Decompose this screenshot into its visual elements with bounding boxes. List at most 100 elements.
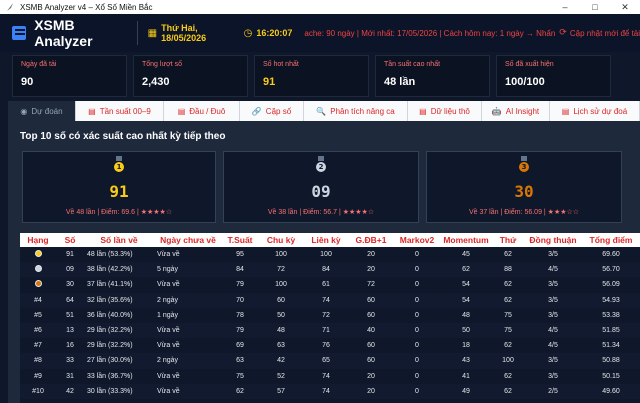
table-cell: 41 [462,372,470,380]
top-stats: Về 38 lần | Điểm: 56.7 | ★★★★☆ [267,209,375,216]
table-cell: 3/5 [548,251,558,259]
table-row[interactable]: 09 38 lần (42.2%) 5 ngày 84 72 84 20 0 62 88 4/5 56… [20,262,640,278]
table-row[interactable]: 30 37 lần (41.1%) Vừa về 79 100 61 72 0 54 62 3/5 5… [20,277,640,292]
list-icon [12,26,27,40]
table-row[interactable]: #6 13 29 lần (32.2%) Vừa về 79 48 71 40 0 50 75 4/5… [20,322,640,339]
tab-prediction-history[interactable]: ▤ Lịch sử dự đoá [550,101,640,121]
update-link[interactable]: Cập nhật mới để tải [570,29,640,38]
maximize-button[interactable]: □ [580,2,610,13]
tab-frequency[interactable]: ▤ Tần suất 00–9 [76,101,164,121]
table-cell: 88 [492,262,524,278]
tab-pairs[interactable]: 🔗 Cặp số [240,101,304,121]
minimize-button[interactable]: – [550,2,580,13]
tab-label: Dự đoán [31,106,63,116]
table-cell: 20 [367,372,375,380]
column-header[interactable]: Markov2 [394,233,440,247]
table-cell: #10 [20,383,56,399]
current-date: Thứ Hai, 18/05/2026 [161,23,207,43]
stat-label: Ngày đã tải [21,61,57,68]
table-row[interactable]: #8 33 27 lần (30.0%) 2 ngày 63 42 65 60 0 43 100 3/… [20,353,640,369]
column-header[interactable]: Đồng thuận [524,233,582,247]
table-cell: 0 [394,262,440,278]
table-row[interactable]: #9 31 33 lần (36.7%) Vừa về 75 52 74 20 0 41 62 3/5… [20,369,640,384]
app-header: XSMB Analyzer ▦ Thứ Hai, 18/05/2026 ◷ 16… [0,14,640,52]
table-cell: 62 [504,251,512,259]
table-cell: 53.38 [602,311,620,319]
table-cell: 54 [462,281,470,289]
gold-medal-icon [34,250,42,258]
table-cell: 72 [322,311,330,319]
column-header[interactable]: T.Suất [222,233,258,247]
table-cell: 29 lần (32.2%) [84,322,154,339]
tab-ai-insight[interactable]: 🤖 AI Insight [482,101,550,121]
tab-label: Cặp số [265,106,292,116]
table-cell: 38 lần (42.2%) [84,262,154,278]
stat-value: 48 lần [384,76,416,88]
table-cell: 56.70 [582,262,640,278]
table-cell: 78 [236,311,244,319]
table-cell: 60 [348,353,394,369]
tab-prediction[interactable]: ◉ Dự đoán [8,101,76,121]
prediction-panel: Top 10 số có xác suất cao nhất kỳ tiếp t… [8,121,640,403]
stat-card-hottest-number: Số hot nhất 91 [254,55,369,97]
stat-value: 100/100 [505,76,545,88]
column-header[interactable]: Hạng [20,233,56,247]
table-cell: 18 [462,342,470,350]
column-header[interactable]: Liên kỳ [304,233,348,247]
table-cell: 3/5 [548,372,558,380]
current-time: 16:20:07 [256,28,293,38]
column-header[interactable]: Chu kỳ [258,233,304,247]
stat-card-days-loaded: Ngày đã tải 90 [12,55,127,97]
table-row[interactable]: #5 51 36 lần (40.0%) 1 ngày 78 50 72 60 0 48 75 3/5… [20,308,640,323]
top-number: 30 [514,182,534,201]
table-cell: 61 [322,281,330,289]
column-header[interactable]: Ngày chưa về [154,233,222,247]
tab-label: Đầu / Đuô [189,106,226,116]
table-cell: 42 [258,353,304,369]
cache-status: ache: 90 ngày | Mới nhất: 17/05/2026 | C… [304,28,556,38]
silver-medal-icon [34,265,42,273]
window-title: XSMB Analyzer v4 – Xổ Số Miền Bắc [20,2,153,12]
table-cell: 60 [367,342,375,350]
table-cell: 48 [462,311,470,319]
column-header[interactable]: Số lần về [84,233,154,247]
tab-head-tail[interactable]: ▤ Đầu / Đuô [164,101,240,121]
table-cell: 3/5 [548,281,558,289]
table-cell: 0 [394,292,440,308]
table-row[interactable]: #10 42 30 lần (33.3%) Vừa về 62 57 74 20 0 49 62 2/… [20,383,640,399]
app-title: XSMB Analyzer [34,17,93,49]
table-cell: Vừa về [157,281,180,289]
column-header[interactable]: Số [56,233,84,247]
table-cell: 33 lần (36.7%) [87,372,133,380]
tab-advanced-analysis[interactable]: 🔍 Phân tích nâng ca [304,101,408,121]
table-cell: 27 lần (30.0%) [84,353,154,369]
tab-label: Phân tích nâng ca [330,106,395,116]
sync-icon[interactable]: ⟳ [559,28,567,38]
table-cell: 60 [367,311,375,319]
tab-bar: ◉ Dự đoán ▤ Tần suất 00–9 ▤ Đầu / Đuô 🔗 … [8,101,640,121]
column-header[interactable]: Thứ [492,233,524,247]
table-row[interactable]: #4 64 32 lần (35.6%) 2 ngày 70 60 74 60 0 54 62 3/5… [20,292,640,308]
table-cell: Vừa về [157,372,180,380]
gold-medal-icon: 1 [112,156,126,174]
chart-icon: ▤ [177,106,186,116]
table-cell: 63 [222,353,258,369]
silver-medal-icon: 2 [314,156,328,174]
column-header[interactable]: Tổng điểm [582,233,640,247]
table-row[interactable]: 91 48 lần (53.3%) Vừa về 95 100 100 20 0 45 62 3/5… [20,247,640,262]
history-icon: ▤ [561,106,570,116]
column-header[interactable]: Momentum [440,233,492,247]
panel-title: Top 10 số có xác suất cao nhất kỳ tiếp t… [20,131,226,142]
ranking-table-container[interactable]: Hạng Số Số lần về Ngày chưa về T.Suất Ch… [20,233,640,403]
table-cell: 54 [440,292,492,308]
table-cell: 52 [277,372,285,380]
chart-icon: ▤ [88,106,96,116]
stat-card-total-draws: Tổng lượt số 2,430 [133,55,248,97]
ranking-table: Hạng Số Số lần về Ngày chưa về T.Suất Ch… [20,233,640,399]
close-button[interactable]: ✕ [610,2,640,13]
table-cell: 32 lần (35.6%) [84,292,154,308]
table-row[interactable]: #7 16 29 lần (32.2%) Vừa về 69 63 76 60 0 18 62 4/5… [20,338,640,353]
tab-raw-data[interactable]: ▤ Dữ liệu thô [408,101,482,121]
table-cell: 48 lần (53.3%) [87,251,133,259]
column-header[interactable]: G.ĐB+1 [348,233,394,247]
